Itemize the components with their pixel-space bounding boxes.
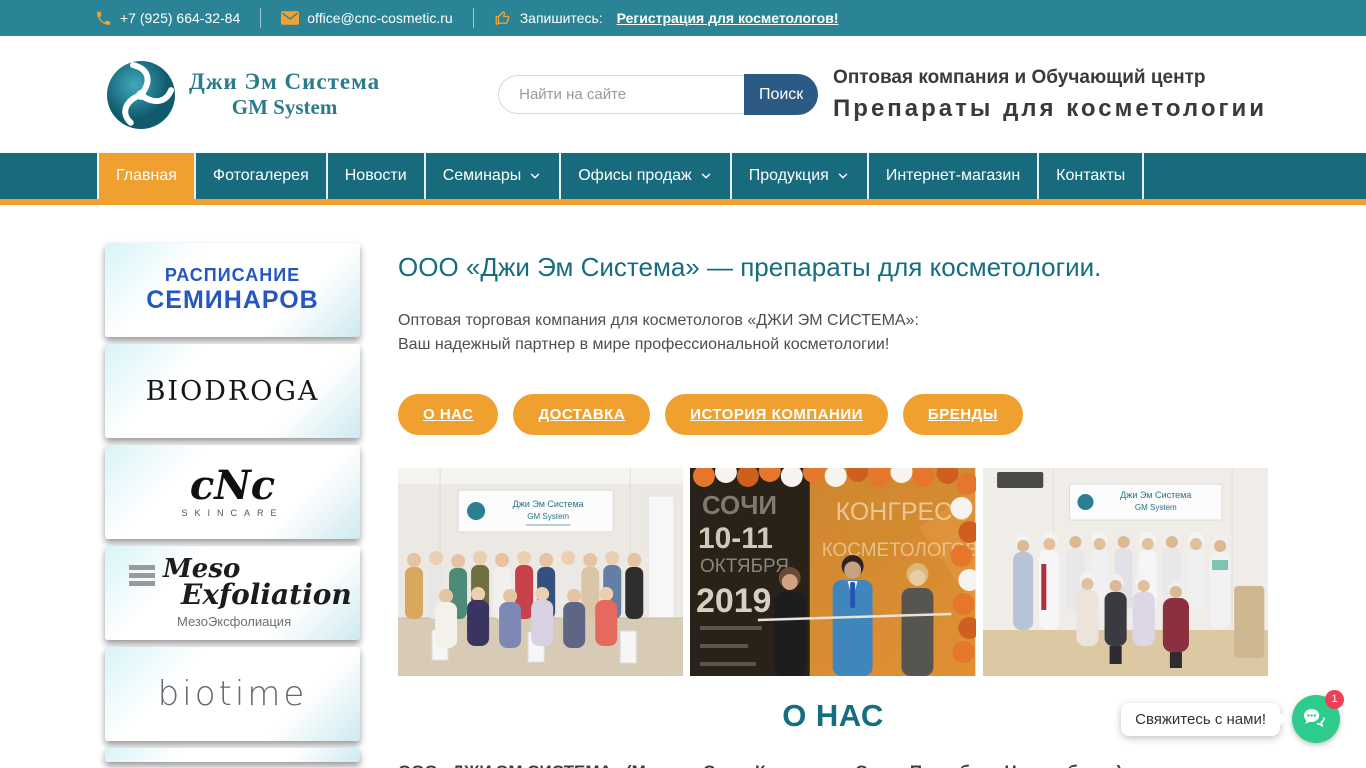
registration-link[interactable]: Регистрация для косметологов! xyxy=(617,10,839,26)
phone-number: +7 (925) 664-32-84 xyxy=(120,10,241,26)
search-button[interactable]: Поиск xyxy=(744,74,819,115)
nav-label: Интернет-магазин xyxy=(885,167,1021,184)
svg-text:СОЧИ: СОЧИ xyxy=(702,490,777,520)
meso-line2: Exfoliation xyxy=(181,577,352,611)
topbar-signup: Запишитесь: Регистрация для косметологов… xyxy=(494,9,839,27)
topbar-divider xyxy=(260,8,262,28)
banner-meso-exfoliation[interactable]: Meso Exfoliation МезоЭксфолиация xyxy=(105,546,360,640)
topbar: +7 (925) 664-32-84 office@cnc-cosmetic.r… xyxy=(0,0,1366,36)
intro-line1: Оптовая торговая компания для косметолог… xyxy=(398,312,919,329)
content-area: РАСПИСАНИЕ СЕМИНАРОВ BIODROGA cNc SKINCA… xyxy=(0,205,1366,768)
nav-label: Контакты xyxy=(1056,167,1126,184)
logo[interactable]: Джи Эм Система GM System xyxy=(105,59,380,131)
banner-biotime[interactable]: biotime xyxy=(105,647,360,741)
chevron-down-icon xyxy=(838,173,848,179)
site-header: Джи Эм Система GM System Поиск Оптовая к… xyxy=(0,36,1366,153)
banner-biodroga[interactable]: BIODROGA xyxy=(105,344,360,438)
nav-label: Офисы продаж xyxy=(578,167,692,184)
signup-label: Запишитесь: xyxy=(519,10,603,26)
topbar-divider xyxy=(472,8,474,28)
nav-item-contacts[interactable]: Контакты xyxy=(1037,153,1145,199)
nav-item-home[interactable]: Главная xyxy=(97,153,194,199)
banner-text: РАСПИСАНИЕ xyxy=(164,265,301,285)
brands-button[interactable]: БРЕНДЫ xyxy=(902,394,1023,435)
svg-text:Джи Эм Система: Джи Эм Система xyxy=(513,499,584,509)
nav-label: Главная xyxy=(116,167,177,184)
header-taglines: Оптовая компания и Обучающий центр Препа… xyxy=(833,67,1267,123)
nav-item-photogallery[interactable]: Фотогалерея xyxy=(193,153,326,199)
nav-label: Семинары xyxy=(442,167,522,184)
search-input[interactable] xyxy=(498,75,745,114)
thumb-up-icon xyxy=(495,11,510,25)
nav-label: Новости xyxy=(344,167,407,184)
topbar-phone[interactable]: +7 (925) 664-32-84 xyxy=(95,10,240,27)
nav-label: Продукция xyxy=(748,167,829,184)
photo-training-group[interactable]: Джи Эм Система GM System xyxy=(982,468,1268,676)
svg-text:Джи Эм Система: Джи Эм Система xyxy=(1120,490,1192,500)
biodroga-logo: BIODROGA xyxy=(145,375,320,407)
tagline-company: Оптовая компания и Обучающий центр xyxy=(833,66,1206,88)
banner-seminar-schedule[interactable]: РАСПИСАНИЕ СЕМИНАРОВ xyxy=(105,243,360,337)
quick-links: О НАС ДОСТАВКА ИСТОРИЯ КОМПАНИИ БРЕНДЫ xyxy=(398,394,1268,435)
chat-tooltip: Свяжитесь с нами! xyxy=(1121,702,1287,736)
svg-text:ОКТЯБРЯ: ОКТЯБРЯ xyxy=(700,556,789,577)
topbar-email[interactable]: office@cnc-cosmetic.ru xyxy=(281,10,453,26)
main-nav: Главная Фотогалерея Новости Семинары Офи… xyxy=(0,153,1366,205)
logo-text: Джи Эм Система GM System xyxy=(189,69,380,120)
sidebar-banners: РАСПИСАНИЕ СЕМИНАРОВ BIODROGA cNc SKINCA… xyxy=(105,243,360,768)
nav-item-online-store[interactable]: Интернет-магазин xyxy=(866,153,1037,199)
about-button[interactable]: О НАС xyxy=(398,394,499,435)
chevron-down-icon xyxy=(701,173,710,179)
banner-partial[interactable] xyxy=(105,748,360,762)
nav-item-seminars[interactable]: Семинары xyxy=(423,153,560,199)
nav-item-news[interactable]: Новости xyxy=(325,153,424,199)
delivery-button[interactable]: ДОСТАВКА xyxy=(513,394,651,435)
svg-text:10-11: 10-11 xyxy=(698,522,773,555)
nav-label: Фотогалерея xyxy=(212,167,309,184)
envelope-icon xyxy=(281,11,300,25)
nav-item-sales-offices[interactable]: Офисы продаж xyxy=(559,153,730,199)
logo-line2: GM System xyxy=(231,95,338,119)
biotime-logo: biotime xyxy=(157,674,308,714)
page-title: ООО «Джи Эм Система» — препараты для кос… xyxy=(398,252,1102,282)
main-column: ООО «Джи Эм Система» — препараты для кос… xyxy=(398,243,1268,768)
email-address: office@cnc-cosmetic.ru xyxy=(307,10,453,26)
tagline-products: Препараты для косметологии xyxy=(833,94,1267,122)
cnc-subtext: SKINCARE xyxy=(181,508,284,518)
phone-icon xyxy=(97,11,111,25)
svg-text:GM System: GM System xyxy=(527,512,569,521)
about-company-line: ООО «ДЖИ ЭМ СИСТЕМА» (Москва, Сочи, Крас… xyxy=(398,762,1268,768)
meso-bars-icon xyxy=(129,564,155,586)
svg-text:КОНГРЕСС: КОНГРЕСС xyxy=(836,498,970,526)
nav-spacer xyxy=(0,153,97,199)
banner-text: СЕМИНАРОВ xyxy=(146,286,319,314)
chat-unread-badge: 1 xyxy=(1325,690,1344,709)
cnc-logo: cNc xyxy=(189,462,276,509)
logo-swirl-icon xyxy=(107,60,175,129)
chat-bubbles-icon xyxy=(1304,709,1325,728)
search-form: Поиск xyxy=(498,74,819,115)
intro-line2: Ваш надежный партнер в мире профессионал… xyxy=(398,336,890,353)
svg-text:2019: 2019 xyxy=(696,582,771,620)
svg-text:GM System: GM System xyxy=(1135,503,1177,512)
chat-button[interactable]: 1 xyxy=(1292,690,1344,743)
meso-subtext: МезоЭксфолиация xyxy=(177,614,292,630)
logo-line1: Джи Эм Система xyxy=(189,69,381,94)
nav-item-products[interactable]: Продукция xyxy=(729,153,867,199)
history-button[interactable]: ИСТОРИЯ КОМПАНИИ xyxy=(665,394,888,435)
photo-seminar-group[interactable]: Джи Эм Система GM System xyxy=(398,468,684,676)
chevron-down-icon xyxy=(531,173,540,179)
chat-widget: Свяжитесь с нами! 1 xyxy=(1121,690,1344,743)
banner-cnc-skincare[interactable]: cNc SKINCARE xyxy=(105,445,360,539)
people xyxy=(758,555,952,676)
photo-gallery: Джи Эм Система GM System СОЧИ 10-11 ОКТЯ… xyxy=(398,468,1268,676)
photo-congress[interactable]: СОЧИ 10-11 ОКТЯБРЯ 2019 КОНГРЕСС КОСМЕТО… xyxy=(690,468,976,676)
